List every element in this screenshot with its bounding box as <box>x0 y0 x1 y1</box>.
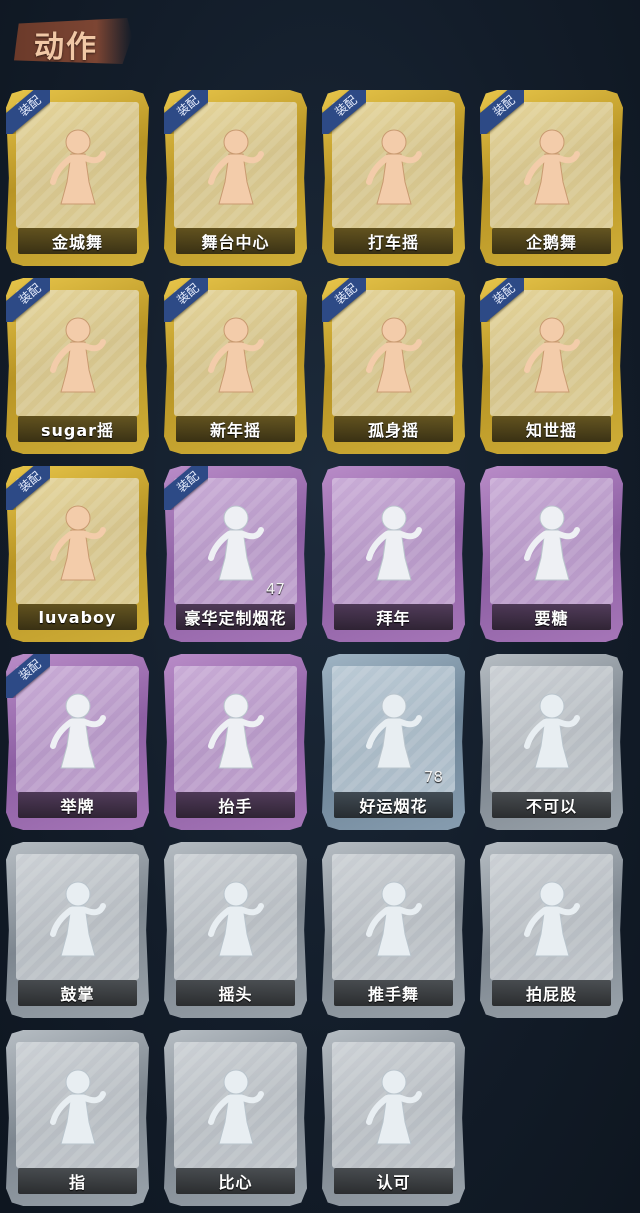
emote-figure-icon <box>201 500 271 588</box>
emote-card[interactable]: 摇头 <box>164 842 307 1018</box>
equipped-badge: 装配 <box>6 654 50 698</box>
emote-figure-icon <box>201 124 271 212</box>
item-count: 78 <box>423 768 443 786</box>
emote-card[interactable]: 举牌 装配 <box>6 654 149 830</box>
emote-label: 好运烟花 <box>334 792 453 818</box>
emote-label: 推手舞 <box>334 980 453 1006</box>
equipped-badge: 装配 <box>6 90 50 134</box>
emote-figure-icon <box>359 688 429 776</box>
emote-label: 比心 <box>176 1168 295 1194</box>
equipped-badge: 装配 <box>164 278 208 322</box>
emote-card[interactable]: 抬手 <box>164 654 307 830</box>
equipped-badge-text: 装配 <box>6 466 50 510</box>
emote-label: luvaboy <box>18 604 137 630</box>
emote-figure-icon <box>201 688 271 776</box>
emote-card[interactable]: 好运烟花 78 <box>322 654 465 830</box>
emote-card[interactable]: 知世摇 装配 <box>480 278 623 454</box>
emote-label: 拍屁股 <box>492 980 611 1006</box>
emote-card[interactable]: 舞台中心 装配 <box>164 90 307 266</box>
emote-label: 金城舞 <box>18 228 137 254</box>
emote-grid: 金城舞 装配 舞台中心 装配 打车摇 装配 企鹅舞 装配 sugar摇 装配 新年摇 装配 孤身摇 装配知… <box>0 0 640 1213</box>
equipped-badge-text: 装配 <box>6 278 50 322</box>
equipped-badge: 装配 <box>164 466 208 510</box>
equipped-badge-text: 装配 <box>322 90 366 134</box>
emote-card[interactable]: 拜年 <box>322 466 465 642</box>
emote-label: 鼓掌 <box>18 980 137 1006</box>
equipped-badge-text: 装配 <box>322 278 366 322</box>
emote-card[interactable]: 推手舞 <box>322 842 465 1018</box>
equipped-badge-text: 装配 <box>480 278 524 322</box>
equipped-badge-text: 装配 <box>164 90 208 134</box>
emote-figure-icon <box>359 876 429 964</box>
emote-figure-icon <box>43 124 113 212</box>
emote-card[interactable]: 豪华定制烟花 装配 47 <box>164 466 307 642</box>
emote-figure-icon <box>359 500 429 588</box>
item-count: 47 <box>265 580 285 598</box>
emote-card[interactable]: 不可以 <box>480 654 623 830</box>
emote-card[interactable]: 指 <box>6 1030 149 1206</box>
emote-label: sugar摇 <box>18 416 137 442</box>
emote-figure-icon <box>201 312 271 400</box>
emote-card[interactable]: 企鹅舞 装配 <box>480 90 623 266</box>
emote-figure-icon <box>43 876 113 964</box>
equipped-badge: 装配 <box>164 90 208 134</box>
emote-card[interactable]: 金城舞 装配 <box>6 90 149 266</box>
emote-label: 孤身摇 <box>334 416 453 442</box>
emote-figure-icon <box>201 1064 271 1152</box>
emote-label: 企鹅舞 <box>492 228 611 254</box>
emote-label: 打车摇 <box>334 228 453 254</box>
emote-figure-icon <box>517 124 587 212</box>
equipped-badge-text: 装配 <box>6 90 50 134</box>
emote-card[interactable]: 鼓掌 <box>6 842 149 1018</box>
emote-label: 新年摇 <box>176 416 295 442</box>
emote-label: 摇头 <box>176 980 295 1006</box>
emote-label: 知世摇 <box>492 416 611 442</box>
equipped-badge-text: 装配 <box>164 466 208 510</box>
emote-card[interactable]: luvaboy 装配 <box>6 466 149 642</box>
emote-figure-icon <box>43 1064 113 1152</box>
emote-card[interactable]: 孤身摇 装配 <box>322 278 465 454</box>
emote-card[interactable]: 打车摇 装配 <box>322 90 465 266</box>
equipped-badge: 装配 <box>6 466 50 510</box>
emote-figure-icon <box>517 312 587 400</box>
emote-figure-icon <box>517 876 587 964</box>
equipped-badge: 装配 <box>480 90 524 134</box>
emote-label: 抬手 <box>176 792 295 818</box>
emote-figure-icon <box>43 312 113 400</box>
emote-figure-icon <box>359 124 429 212</box>
emote-label: 认可 <box>334 1168 453 1194</box>
emote-label: 舞台中心 <box>176 228 295 254</box>
emote-figure-icon <box>359 312 429 400</box>
emote-label: 豪华定制烟花 <box>176 604 295 630</box>
equipped-badge: 装配 <box>322 90 366 134</box>
emote-label: 不可以 <box>492 792 611 818</box>
emote-card[interactable]: 拍屁股 <box>480 842 623 1018</box>
emote-label: 指 <box>18 1168 137 1194</box>
emote-figure-icon <box>517 688 587 776</box>
emote-figure-icon <box>359 1064 429 1152</box>
equipped-badge-text: 装配 <box>480 90 524 134</box>
emote-label: 要糖 <box>492 604 611 630</box>
equipped-badge: 装配 <box>6 278 50 322</box>
emote-label: 举牌 <box>18 792 137 818</box>
emote-figure-icon <box>43 688 113 776</box>
emote-figure-icon <box>517 500 587 588</box>
emote-figure-icon <box>43 500 113 588</box>
emote-label: 拜年 <box>334 604 453 630</box>
equipped-badge-text: 装配 <box>6 654 50 698</box>
emote-card[interactable]: 要糖 <box>480 466 623 642</box>
emote-card[interactable]: 新年摇 装配 <box>164 278 307 454</box>
emote-card[interactable]: 认可 <box>322 1030 465 1206</box>
equipped-badge-text: 装配 <box>164 278 208 322</box>
equipped-badge: 装配 <box>480 278 524 322</box>
emote-card[interactable]: sugar摇 装配 <box>6 278 149 454</box>
equipped-badge: 装配 <box>322 278 366 322</box>
emote-card[interactable]: 比心 <box>164 1030 307 1206</box>
emote-figure-icon <box>201 876 271 964</box>
